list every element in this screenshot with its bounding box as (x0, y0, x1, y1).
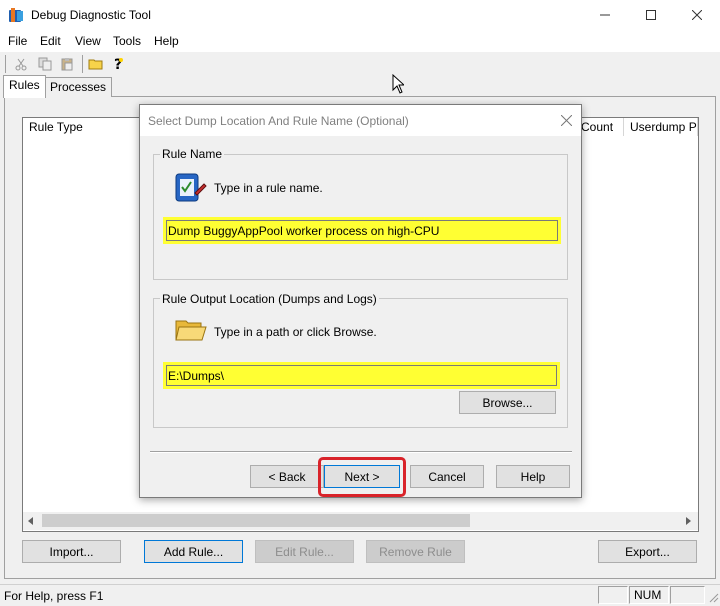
dialog-close-button[interactable] (556, 110, 576, 130)
paste-icon[interactable] (58, 55, 76, 73)
resize-grip-icon[interactable] (707, 591, 719, 606)
close-window-button[interactable] (674, 0, 720, 30)
remove-rule-button: Remove Rule (366, 540, 465, 563)
output-path-input-value: E:\Dumps\ (168, 368, 225, 383)
edit-rule-button: Edit Rule... (255, 540, 354, 563)
menu-view[interactable]: View (75, 34, 101, 48)
toolbar-separator (5, 55, 6, 73)
output-location-instruction: Type in a path or click Browse. (214, 325, 377, 339)
window-title: Debug Diagnostic Tool (31, 8, 151, 22)
help-icon[interactable]: ? (109, 55, 127, 73)
browse-button[interactable]: Browse... (459, 391, 556, 414)
cut-icon[interactable] (12, 55, 30, 73)
import-button[interactable]: Import... (22, 540, 121, 563)
back-button[interactable]: < Back (250, 465, 324, 488)
back-button-label: < Back (268, 469, 306, 484)
dialog-separator (150, 451, 572, 453)
menu-tools[interactable]: Tools (113, 34, 141, 48)
menu-file[interactable]: File (8, 34, 27, 48)
export-button[interactable]: Export... (598, 540, 697, 563)
rule-name-instruction: Type in a rule name. (214, 181, 323, 195)
column-header-userdump-path[interactable]: Userdump Pat (624, 118, 698, 136)
dialog-title: Select Dump Location And Rule Name (Opti… (148, 114, 409, 128)
menu-bar (0, 30, 720, 52)
tab-rules[interactable]: Rules (3, 75, 46, 98)
checklist-pen-icon (173, 171, 207, 208)
maximize-button[interactable] (628, 0, 674, 30)
status-pane-num: NUM (629, 586, 669, 604)
remove-rule-button-label: Remove Rule (379, 544, 452, 559)
output-path-input[interactable]: E:\Dumps\ (163, 362, 560, 389)
next-button-callout (318, 457, 406, 497)
open-folder-icon[interactable] (87, 55, 105, 73)
help-button-label: Help (520, 469, 546, 484)
close-icon (692, 10, 702, 20)
app-icon (8, 7, 25, 24)
output-location-group-label: Rule Output Location (Dumps and Logs) (160, 292, 379, 306)
rule-name-group-label: Rule Name (160, 147, 225, 161)
add-rule-button[interactable]: Add Rule... (144, 540, 243, 563)
tab-processes[interactable]: Processes (44, 77, 113, 97)
export-button-label: Export... (625, 544, 670, 559)
browse-button-label: Browse... (482, 395, 533, 410)
import-button-label: Import... (49, 544, 94, 559)
cancel-button-label: Cancel (428, 469, 466, 484)
rule-name-input-value: Dump BuggyAppPool worker process on high… (168, 223, 440, 238)
minimize-button[interactable] (582, 0, 628, 30)
toolbar-separator (82, 55, 83, 73)
column-header-rule-type[interactable]: Rule Type (23, 118, 141, 136)
mouse-cursor-icon (392, 73, 406, 97)
minimize-icon (600, 14, 610, 16)
help-button[interactable]: Help (496, 465, 570, 488)
cancel-button[interactable]: Cancel (410, 465, 484, 488)
status-pane-empty (598, 586, 628, 604)
status-text: For Help, press F1 (4, 589, 104, 603)
copy-icon[interactable] (36, 55, 54, 73)
folder-icon (175, 316, 207, 347)
status-pane-empty (670, 586, 705, 604)
toolbar (0, 52, 720, 76)
rule-name-input[interactable]: Dump BuggyAppPool worker process on high… (163, 217, 561, 244)
menu-help[interactable]: Help (154, 34, 179, 48)
scrollbar-thumb[interactable] (42, 514, 470, 527)
scroll-right-icon[interactable] (683, 515, 693, 529)
close-icon (560, 114, 572, 126)
add-rule-button-label: Add Rule... (163, 544, 224, 559)
scroll-left-icon[interactable] (26, 515, 36, 529)
maximize-icon (646, 10, 656, 20)
edit-rule-button-label: Edit Rule... (275, 544, 334, 559)
menu-edit[interactable]: Edit (40, 34, 61, 48)
